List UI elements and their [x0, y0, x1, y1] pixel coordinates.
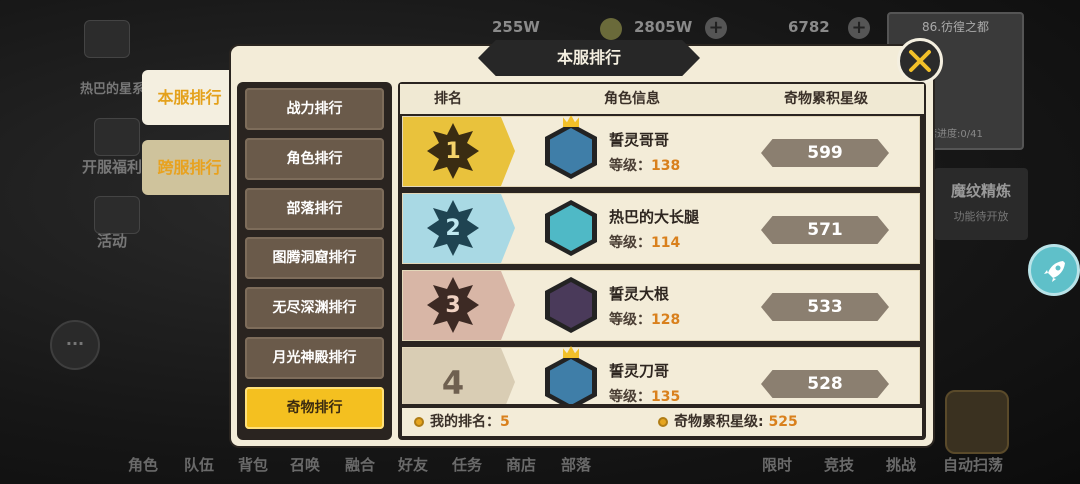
player-name: 誓灵刀哥	[609, 362, 670, 380]
activity-icon	[94, 196, 140, 234]
star-score: 599	[761, 139, 889, 167]
rank-band: 2	[403, 194, 515, 263]
my-ranking-bar: 我的排名：5 奇物累积星级: 525	[402, 408, 922, 436]
player-name: 热巴的星系	[80, 82, 146, 97]
my-star-score: 奇物累积星级: 525	[658, 408, 798, 436]
player-name: 誓灵大根	[609, 285, 670, 303]
rank-band: 4	[403, 348, 515, 404]
header-score: 奇物累积星级	[784, 91, 868, 107]
star-score: 571	[761, 216, 889, 244]
ranking-row[interactable]: 3 誓灵大根 等级：128 533	[402, 270, 920, 341]
star-score: 528	[761, 370, 889, 398]
rank-number: 4	[441, 364, 465, 402]
menu-abyss-ranking[interactable]: 无尽深渊排行	[245, 287, 384, 329]
rocket-button[interactable]	[1028, 244, 1080, 296]
avatar	[545, 200, 597, 256]
ranking-row[interactable]: 1 誓灵哥哥 等级：138 599	[402, 116, 920, 187]
dot-icon	[414, 417, 424, 427]
ranking-list[interactable]: 1 誓灵哥哥 等级：138 599 2 热巴的大长腿 等级：114 571 3 …	[402, 116, 922, 404]
player-name: 誓灵哥哥	[609, 131, 670, 149]
rank-number: 1	[445, 139, 461, 164]
close-button[interactable]	[897, 38, 943, 84]
rune-refine-status: 功能待开放	[953, 210, 1009, 223]
crown-icon	[563, 116, 579, 127]
nav-fusion: 融合	[345, 456, 376, 474]
rank-band: 3	[403, 271, 515, 340]
resource-value: 6782	[788, 18, 830, 36]
activity-label: 活动	[97, 232, 128, 250]
nav-shop: 商店	[506, 456, 537, 474]
menu-character-ranking[interactable]: 角色排行	[245, 138, 384, 180]
rune-refine-panel: 魔纹精炼 功能待开放	[934, 168, 1028, 240]
rank-band: 1	[403, 117, 515, 186]
nav-team: 队伍	[184, 456, 215, 474]
resource-value: 2805W	[634, 18, 693, 36]
plus-icon: +	[848, 17, 870, 39]
nav-quests: 任务	[452, 456, 483, 474]
tab-server-ranking[interactable]: 本服排行	[142, 70, 237, 125]
avatar	[545, 277, 597, 333]
ranking-scope-tabs: 本服排行 跨服排行	[142, 70, 237, 220]
nav-summon: 召唤	[290, 456, 321, 474]
nav-challenge: 挑战	[886, 456, 917, 474]
my-rank: 我的排名：5	[414, 408, 510, 436]
player-level: 等级：135	[609, 389, 681, 404]
player-level: 等级：128	[609, 312, 681, 328]
panel-title: 本服排行	[556, 48, 621, 67]
resource-value: 255W	[492, 18, 540, 36]
rune-refine-title: 魔纹精炼	[950, 182, 1011, 200]
close-icon	[909, 50, 931, 72]
avatar	[545, 354, 597, 404]
nav-tribe: 部落	[561, 456, 592, 474]
avatar	[545, 123, 597, 179]
rocket-icon	[1044, 261, 1065, 282]
map-title: 86.彷徨之都	[921, 20, 990, 34]
header-info: 角色信息	[604, 91, 660, 107]
welfare-icon	[94, 118, 140, 156]
nav-arena: 竞技	[824, 456, 855, 474]
nav-limited: 限时	[762, 456, 793, 474]
header-rank: 排名	[434, 91, 462, 107]
ranking-table: 排名 角色信息 奇物累积星级 1 誓灵哥哥 等级：138 599 2 热巴的大长…	[398, 82, 926, 440]
auto-sweep-icon	[945, 390, 1009, 454]
nav-bag: 背包	[238, 456, 269, 474]
ranking-category-menu: 战力排行 角色排行 部落排行 图腾洞窟排行 无尽深渊排行 月光神殿排行 奇物排行	[237, 82, 392, 440]
nav-character: 角色	[128, 456, 159, 474]
player-avatar	[84, 20, 130, 58]
menu-tribe-ranking[interactable]: 部落排行	[245, 188, 384, 230]
nav-friends: 好友	[398, 456, 429, 474]
panel-title-bar: 本服排行	[478, 40, 700, 76]
welfare-label: 开服福利	[82, 158, 143, 176]
nav-auto-sweep: 自动扫荡	[943, 456, 1004, 474]
plus-icon: +	[705, 17, 727, 39]
player-level: 等级：138	[609, 158, 681, 174]
menu-moon-temple-ranking[interactable]: 月光神殿排行	[245, 337, 384, 379]
player-name: 热巴的大长腿	[609, 208, 700, 226]
player-level: 等级：114	[609, 235, 681, 251]
menu-artifact-ranking[interactable]: 奇物排行	[245, 387, 384, 429]
rank-number: 3	[445, 293, 461, 318]
ranking-row[interactable]: 4 誓灵刀哥 等级：135 528	[402, 346, 920, 404]
coin-icon	[600, 18, 622, 40]
ranking-row[interactable]: 2 热巴的大长腿 等级：114 571	[402, 193, 920, 264]
chat-button: ···	[50, 320, 100, 370]
star-score: 533	[761, 293, 889, 321]
table-header: 排名 角色信息 奇物累积星级	[400, 84, 924, 114]
rank-number: 2	[445, 216, 461, 241]
tab-cross-server-ranking[interactable]: 跨服排行	[142, 140, 237, 195]
chat-icon: ···	[65, 334, 85, 353]
menu-totem-cave-ranking[interactable]: 图腾洞窟排行	[245, 237, 384, 279]
menu-power-ranking[interactable]: 战力排行	[245, 88, 384, 130]
crown-icon	[563, 346, 579, 358]
dot-icon	[658, 417, 668, 427]
